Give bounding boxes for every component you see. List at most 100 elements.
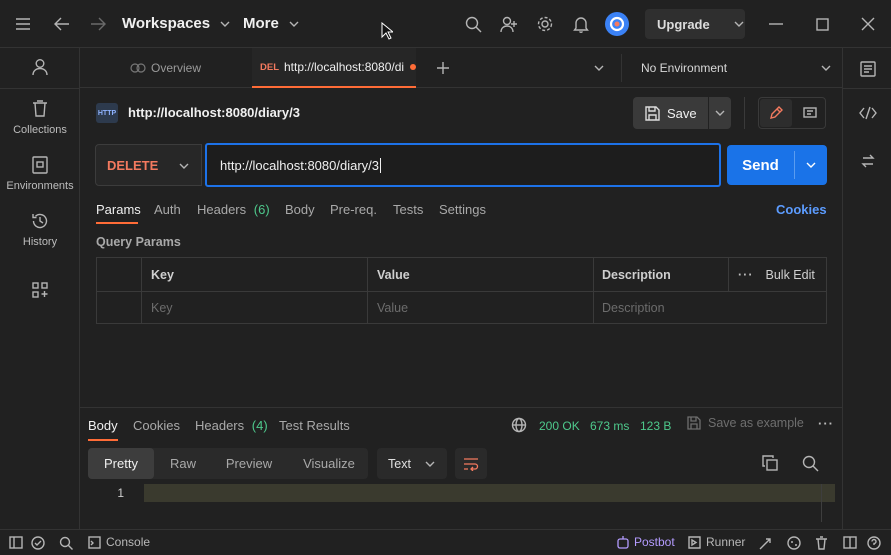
- method-selector[interactable]: DELETE: [95, 144, 202, 186]
- tab-overview-label: Overview: [151, 61, 202, 75]
- sidebar-item-history[interactable]: History: [0, 212, 80, 248]
- wrap-lines-button[interactable]: [455, 448, 487, 479]
- send-options-button[interactable]: [795, 145, 827, 185]
- response-time[interactable]: 673 ms: [590, 419, 629, 433]
- code-icon[interactable]: [858, 104, 878, 122]
- description-input-placeholder[interactable]: Description: [602, 292, 665, 324]
- send-button[interactable]: Send: [727, 145, 794, 185]
- workspaces-menu[interactable]: Workspaces: [122, 15, 230, 32]
- trash-icon[interactable]: [815, 536, 828, 550]
- save-disk-icon: [687, 416, 701, 430]
- save-as-example-label: Save as example: [708, 416, 804, 430]
- editor-scrollbar[interactable]: [821, 484, 822, 522]
- collections-icon: [33, 100, 47, 117]
- environment-selector[interactable]: No Environment: [641, 48, 831, 88]
- tab-prereq[interactable]: Pre-req.: [330, 202, 377, 217]
- tab-headers[interactable]: Headers (6): [197, 202, 270, 217]
- settings-gear-icon[interactable]: [535, 14, 555, 34]
- response-size[interactable]: 123 B: [640, 419, 671, 433]
- tab-auth[interactable]: Auth: [154, 202, 181, 217]
- avatar[interactable]: [605, 12, 629, 36]
- save-button[interactable]: Save: [633, 97, 708, 129]
- response-tab-body[interactable]: Body: [88, 418, 118, 441]
- response-tab-headers[interactable]: Headers (4): [195, 418, 268, 433]
- save-options-button[interactable]: [709, 97, 731, 129]
- console-button[interactable]: Console: [88, 535, 150, 549]
- request-title[interactable]: http://localhost:8080/diary/3: [128, 105, 300, 120]
- view-preview-button[interactable]: Preview: [214, 448, 284, 479]
- edit-pencil-icon[interactable]: [760, 99, 792, 127]
- copy-icon[interactable]: [762, 455, 778, 471]
- find-replace-icon[interactable]: [59, 536, 73, 550]
- tab-request-active[interactable]: DEL http://localhost:8080/di: [252, 48, 416, 88]
- forward-arrow-icon[interactable]: [88, 14, 108, 34]
- help-icon[interactable]: [867, 536, 881, 550]
- save-as-example-button[interactable]: Save as example: [687, 416, 804, 430]
- back-arrow-icon[interactable]: [52, 14, 72, 34]
- response-body-editor[interactable]: [144, 484, 835, 502]
- capture-requests-icon[interactable]: [759, 536, 773, 550]
- invite-user-icon[interactable]: [499, 14, 519, 34]
- related-collections-icon[interactable]: [858, 152, 878, 170]
- response-status[interactable]: 200 OK: [539, 419, 580, 433]
- menu-icon[interactable]: [12, 14, 34, 34]
- online-status-icon[interactable]: [31, 536, 45, 550]
- status-bar: Console Postbot Runner: [0, 529, 891, 555]
- cookies-link[interactable]: Cookies: [776, 202, 827, 217]
- cookies-icon[interactable]: [787, 536, 801, 550]
- notification-bell-icon[interactable]: [571, 14, 591, 34]
- sidebar-item-account[interactable]: [0, 58, 80, 76]
- sidebar-item-apps[interactable]: [0, 282, 80, 298]
- top-bar: Workspaces More Upgrade: [0, 0, 891, 48]
- view-pretty-button[interactable]: Pretty: [88, 448, 154, 479]
- more-menu[interactable]: More: [243, 15, 299, 32]
- tab-settings[interactable]: Settings: [439, 202, 486, 217]
- url-input[interactable]: http://localhost:8080/diary/3: [205, 143, 721, 187]
- console-label: Console: [106, 535, 151, 549]
- new-tab-button[interactable]: [436, 48, 450, 88]
- upgrade-button[interactable]: Upgrade: [645, 9, 745, 39]
- tab-overview[interactable]: Overview: [130, 48, 201, 88]
- tabs-overflow-button[interactable]: [594, 48, 604, 88]
- minimize-icon[interactable]: [766, 14, 786, 34]
- console-icon: [88, 535, 101, 549]
- close-icon[interactable]: [858, 14, 878, 34]
- sidebar-item-collections[interactable]: Collections: [0, 100, 80, 136]
- search-icon[interactable]: [463, 14, 483, 34]
- upgrade-label: Upgrade: [657, 16, 710, 32]
- bulk-edit-label: Bulk Edit: [765, 267, 815, 282]
- apps-grid-icon: [32, 282, 48, 298]
- tab-tests[interactable]: Tests: [393, 202, 423, 217]
- postbot-label: Postbot: [634, 535, 675, 549]
- sidebar-item-label: Environments: [6, 180, 74, 192]
- response-tab-cookies[interactable]: Cookies: [133, 418, 180, 433]
- column-header-value: Value: [377, 267, 410, 282]
- view-visualize-button[interactable]: Visualize: [292, 448, 366, 479]
- plus-icon: [437, 62, 449, 74]
- response-tab-test-results[interactable]: Test Results: [279, 418, 350, 433]
- tab-request-label: http://localhost:8080/di: [284, 60, 405, 74]
- chevron-down-icon: [734, 21, 744, 27]
- response-more-dots-icon[interactable]: ···: [818, 416, 834, 431]
- tab-params[interactable]: Params: [96, 202, 141, 224]
- chevron-down-icon: [821, 65, 831, 71]
- view-toggle-group: [758, 97, 826, 129]
- runner-button[interactable]: Runner: [688, 535, 745, 549]
- comments-icon[interactable]: [795, 99, 825, 127]
- tab-body[interactable]: Body: [285, 202, 315, 217]
- value-input-placeholder[interactable]: Value: [377, 292, 408, 324]
- maximize-icon[interactable]: [812, 14, 832, 34]
- postbot-button[interactable]: Postbot: [617, 535, 675, 549]
- bulk-edit-button[interactable]: ··· Bulk Edit: [738, 258, 815, 291]
- workspaces-label: Workspaces: [122, 15, 211, 32]
- response-search-icon[interactable]: [802, 455, 819, 472]
- globe-network-icon[interactable]: [511, 417, 527, 433]
- chevron-down-icon: [425, 461, 435, 467]
- key-input-placeholder[interactable]: Key: [151, 292, 173, 324]
- sidebar-item-environments[interactable]: Environments: [0, 156, 80, 192]
- environment-quick-look-icon[interactable]: [858, 60, 878, 78]
- toggle-sidebar-icon[interactable]: [9, 536, 23, 549]
- layout-two-pane-icon[interactable]: [843, 536, 857, 549]
- format-selector[interactable]: Text: [377, 448, 447, 479]
- view-raw-button[interactable]: Raw: [160, 448, 206, 479]
